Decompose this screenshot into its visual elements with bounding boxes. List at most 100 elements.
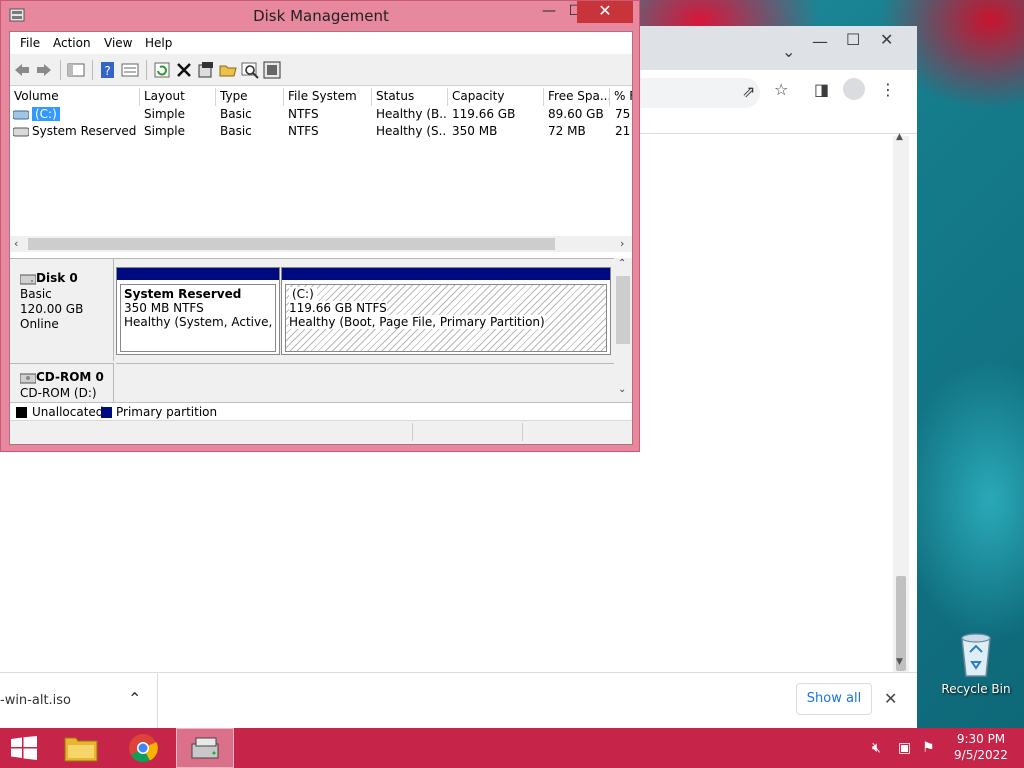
column-header-file-system[interactable]: File System <box>284 88 372 106</box>
hscroll-thumb[interactable] <box>28 238 555 250</box>
forward-arrow-icon[interactable] <box>34 60 54 80</box>
cdrom-0-type: CD-ROM (D:) <box>20 386 97 400</box>
windows-logo-icon <box>11 736 37 760</box>
disk-0-label[interactable]: Disk 0 Basic 120.00 GB Online <box>10 259 114 361</box>
clock-time: 9:30 PM <box>956 732 1006 746</box>
dm-minimize-button[interactable]: — <box>537 1 561 23</box>
dm-titlebar[interactable]: Disk Management — ☐ ✕ <box>1 1 639 31</box>
side-panel-icon[interactable]: ◨ <box>814 82 829 98</box>
disk-view-vscrollbar[interactable]: ⌃ ⌄ <box>614 258 632 402</box>
taskbar-chrome[interactable] <box>114 728 172 768</box>
recycle-bin-icon <box>961 633 991 677</box>
cdrom-0-name: CD-ROM 0 <box>36 370 104 384</box>
network-icon[interactable]: ▣ <box>898 740 911 756</box>
scroll-left-icon[interactable]: ‹ <box>14 237 18 250</box>
cd-drive-icon <box>19 373 37 383</box>
volume-capacity: 119.66 GB <box>452 107 516 121</box>
drive-icon <box>13 127 29 137</box>
legend-unallocated-label: Unallocated <box>32 405 104 419</box>
volume-fs: NTFS <box>288 107 319 121</box>
show-all-button[interactable]: Show all <box>796 683 872 715</box>
tab-search-icon[interactable]: ⌄ <box>782 44 795 60</box>
start-button[interactable] <box>0 728 48 768</box>
partition-system-reserved[interactable]: System Reserved 350 MB NTFS Healthy (Sys… <box>116 267 280 355</box>
disk-0-partitions: System Reserved 350 MB NTFS Healthy (Sys… <box>116 267 611 359</box>
legend-unallocated-swatch <box>16 407 27 418</box>
column-header-layout[interactable]: Layout <box>140 88 216 106</box>
cdrom-0-title: CD-ROM 0 <box>19 370 104 384</box>
dm-close-button[interactable]: ✕ <box>577 1 633 23</box>
volume-name: System Reserved <box>32 124 137 138</box>
toolbar-separator <box>60 60 61 80</box>
bookmark-star-icon[interactable]: ☆ <box>774 82 788 98</box>
refresh-icon[interactable] <box>152 60 172 80</box>
menu-action[interactable]: Action <box>53 36 91 50</box>
volume-layout: Simple <box>144 124 185 138</box>
column-header-volume[interactable]: Volume <box>10 88 140 106</box>
partition-color-bar <box>117 268 279 280</box>
show-hide-console-tree-icon[interactable] <box>66 60 86 80</box>
taskbar-disk-management[interactable] <box>176 728 234 768</box>
disk-0-type: Basic <box>20 287 52 301</box>
menu-help[interactable]: Help <box>145 36 172 50</box>
volume-name: (C:) <box>32 107 60 121</box>
rescan-disks-icon[interactable] <box>262 60 282 80</box>
cdrom-0-label[interactable]: CD-ROM 0 CD-ROM (D:) <box>10 363 114 403</box>
minimize-icon: — <box>542 3 556 19</box>
partition-c-drive[interactable]: (C:) 119.66 GB NTFS Healthy (Boot, Page … <box>281 267 611 355</box>
disk-0-size: 120.00 GB <box>20 302 84 316</box>
search-zoom-icon[interactable] <box>240 60 260 80</box>
taskbar-file-explorer[interactable] <box>52 728 110 768</box>
scroll-up-icon[interactable]: ▲ <box>896 132 903 142</box>
column-header-capacity[interactable]: Capacity <box>448 88 544 106</box>
help-icon[interactable]: ? <box>98 60 118 80</box>
close-icon: ✕ <box>598 1 612 20</box>
delete-x-icon[interactable] <box>174 60 194 80</box>
scroll-down-icon[interactable]: ▼ <box>896 657 903 667</box>
clock-date: 9/5/2022 <box>954 748 1008 762</box>
close-icon[interactable]: ✕ <box>880 32 893 48</box>
maximize-icon[interactable]: ☐ <box>846 32 860 48</box>
disk-0-state: Online <box>20 317 59 331</box>
properties-list-icon[interactable] <box>120 60 140 80</box>
browser-scrollbar[interactable]: ▲ ▼ <box>893 132 909 696</box>
vscroll-thumb[interactable] <box>616 276 630 344</box>
menu-view[interactable]: View <box>104 36 132 50</box>
column-header-free-space[interactable]: Free Spa... <box>544 88 610 106</box>
volume-row[interactable]: (C:) Simple Basic NTFS Healthy (B... 119… <box>10 106 632 123</box>
partition-name: (C:) <box>289 287 317 301</box>
folder-icon <box>64 737 98 762</box>
column-header-status[interactable]: Status <box>372 88 448 106</box>
partition-size: 119.66 GB NTFS <box>289 301 387 315</box>
scroll-down-icon[interactable]: ⌄ <box>618 384 626 395</box>
minimize-icon[interactable]: — <box>812 34 828 50</box>
recycle-bin-label: Recycle Bin <box>941 682 1011 696</box>
drive-icon <box>13 110 29 120</box>
profile-avatar-icon[interactable] <box>843 78 865 100</box>
menu-kebab-icon[interactable]: ⋮ <box>880 82 896 98</box>
open-folder-icon[interactable] <box>218 60 238 80</box>
volume-list-hscrollbar[interactable]: ‹ › <box>10 236 632 252</box>
recycle-bin[interactable]: Recycle Bin <box>938 628 1014 700</box>
back-arrow-icon[interactable] <box>12 60 32 80</box>
volume-pct: 21 <box>615 124 631 138</box>
scroll-up-icon[interactable]: ⌃ <box>618 258 626 269</box>
clock[interactable]: 9:30 PM 9/5/2022 <box>950 732 1012 762</box>
action-center-flag-icon[interactable]: ⚑ <box>922 740 935 756</box>
menu-file[interactable]: File <box>20 36 40 50</box>
volume-type: Basic <box>220 107 252 121</box>
scroll-right-icon[interactable]: › <box>620 237 624 250</box>
volume-muted-icon[interactable]: 🔇︎ <box>872 740 881 756</box>
download-chevron-up-icon[interactable]: ⌃ <box>128 689 141 708</box>
legend-primary-label: Primary partition <box>116 405 218 419</box>
toolbar: ? <box>10 54 632 86</box>
download-bar-close-icon[interactable]: ✕ <box>884 689 897 708</box>
share-icon[interactable]: ⇗ <box>742 84 755 100</box>
properties-icon[interactable] <box>196 60 216 80</box>
download-item-name[interactable]: -win-alt.iso <box>0 693 71 708</box>
show-all-label: Show all <box>806 691 862 706</box>
volume-row[interactable]: System Reserved Simple Basic NTFS Health… <box>10 123 632 140</box>
column-header-percent-free[interactable]: % F <box>610 88 632 106</box>
column-header-type[interactable]: Type <box>216 88 284 106</box>
volume-status: Healthy (S... <box>376 124 446 138</box>
